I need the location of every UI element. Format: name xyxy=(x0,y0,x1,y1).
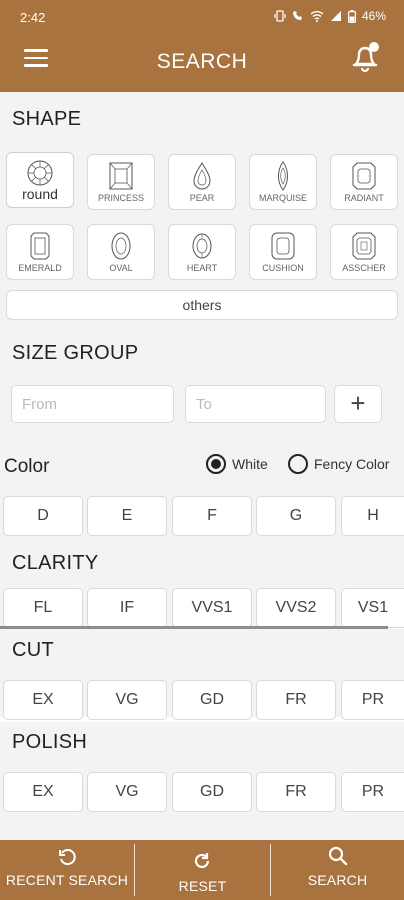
radiant-diamond-icon xyxy=(352,162,376,190)
history-icon xyxy=(59,849,76,866)
shape-label: HEART xyxy=(186,263,218,273)
shape-label: CUSHION xyxy=(262,263,304,273)
oval-diamond-icon xyxy=(111,232,131,260)
polish-option-fr[interactable]: FR xyxy=(256,772,336,812)
shape-label: MARQUISE xyxy=(258,193,307,203)
status-bar: 2:42 46% xyxy=(0,0,404,34)
polish-option-vg[interactable]: VG xyxy=(87,772,167,812)
cut-title: CUT xyxy=(12,639,55,661)
marquise-diamond-icon xyxy=(278,161,288,191)
clarity-title: CLARITY xyxy=(12,552,99,574)
battery-level: 46% xyxy=(361,9,386,23)
status-time: 2:42 xyxy=(20,10,46,25)
asscher-diamond-icon xyxy=(352,232,376,260)
shape-section: SHAPE round PRINCESS PEAR MARQUISE RADIA… xyxy=(0,92,404,332)
shape-oval[interactable]: OVAL xyxy=(87,224,155,280)
shape-label: ASSCHER xyxy=(342,263,386,273)
shape-label: PEAR xyxy=(189,193,215,203)
color-option-g[interactable]: G xyxy=(256,496,336,536)
others-button[interactable]: others xyxy=(6,290,398,320)
polish-option-gd[interactable]: GD xyxy=(172,772,252,812)
shape-label: EMERALD xyxy=(18,263,62,273)
call-icon xyxy=(292,11,302,20)
shape-title: SHAPE xyxy=(12,108,82,130)
cut-option-gd[interactable]: GD xyxy=(172,680,252,720)
size-from-input[interactable]: From xyxy=(11,385,174,423)
cushion-diamond-icon xyxy=(271,232,295,260)
shape-label: PRINCESS xyxy=(97,193,144,203)
shape-label: RADIANT xyxy=(344,193,384,203)
shape-cushion[interactable]: CUSHION xyxy=(249,224,317,280)
signal-icon xyxy=(330,11,341,21)
shape-label: OVAL xyxy=(109,263,133,273)
cut-option-fr[interactable]: FR xyxy=(256,680,336,720)
recent-search-button[interactable]: RECENT SEARCH xyxy=(0,840,134,900)
pear-diamond-icon xyxy=(193,162,211,190)
search-form: SHAPE round PRINCESS PEAR MARQUISE RADIA… xyxy=(0,92,404,840)
radio-selected-icon xyxy=(206,454,226,474)
shape-radiant[interactable]: RADIANT xyxy=(330,154,398,210)
polish-option-pr[interactable]: PR xyxy=(341,772,404,812)
shape-princess[interactable]: PRINCESS xyxy=(87,154,155,210)
radio-label: White xyxy=(232,456,268,472)
search-button[interactable]: SEARCH xyxy=(271,840,404,900)
size-to-input[interactable]: To xyxy=(185,385,326,423)
clarity-option-fl[interactable]: FL xyxy=(3,588,83,628)
search-icon xyxy=(328,846,348,866)
color-option-h[interactable]: H xyxy=(341,496,404,536)
clarity-option-vvs2[interactable]: VVS2 xyxy=(256,588,336,628)
status-icons: 46% xyxy=(274,9,386,23)
cut-option-vg[interactable]: VG xyxy=(87,680,167,720)
polish-option-ex[interactable]: EX xyxy=(3,772,83,812)
bottom-nav: RECENT SEARCH RESET SEARCH xyxy=(0,840,404,900)
shape-heart[interactable]: HEART xyxy=(168,224,236,280)
wifi-icon xyxy=(310,11,324,22)
search-label: SEARCH xyxy=(307,872,368,888)
radio-unselected-icon xyxy=(288,454,308,474)
reset-label: RESET xyxy=(178,878,227,894)
color-white-radio[interactable]: White xyxy=(206,454,268,474)
color-title: Color xyxy=(4,456,50,477)
color-option-e[interactable]: E xyxy=(87,496,167,536)
color-fancy-radio[interactable]: Fency Color xyxy=(288,454,389,474)
shape-pear[interactable]: PEAR xyxy=(168,154,236,210)
clarity-option-vvs1[interactable]: VVS1 xyxy=(172,588,252,628)
page-title: SEARCH xyxy=(156,50,248,73)
cut-option-pr[interactable]: PR xyxy=(341,680,404,720)
radio-label: Fency Color xyxy=(314,456,390,472)
clarity-option-if[interactable]: IF xyxy=(87,588,167,628)
shape-round[interactable]: round xyxy=(6,152,74,208)
recent-search-label: RECENT SEARCH xyxy=(5,872,129,888)
vibrate-icon xyxy=(274,10,286,22)
shape-emerald[interactable]: EMERALD xyxy=(6,224,74,280)
color-option-f[interactable]: F xyxy=(172,496,252,536)
heart-diamond-icon xyxy=(192,233,212,259)
notification-bell-icon[interactable] xyxy=(350,40,380,74)
size-group-title: SIZE GROUP xyxy=(12,342,139,364)
polish-title: POLISH xyxy=(12,731,88,753)
shape-label: round xyxy=(22,186,58,202)
reset-button[interactable]: RESET xyxy=(135,840,270,900)
cut-option-ex[interactable]: EX xyxy=(3,680,83,720)
add-size-button[interactable]: + xyxy=(334,385,382,423)
shape-asscher[interactable]: ASSCHER xyxy=(330,224,398,280)
clarity-option-vs1[interactable]: VS1 xyxy=(341,588,404,628)
princess-diamond-icon xyxy=(109,162,133,190)
battery-icon xyxy=(347,9,356,23)
shape-marquise[interactable]: MARQUISE xyxy=(249,154,317,210)
round-diamond-icon xyxy=(27,160,53,186)
refresh-icon xyxy=(194,853,210,869)
app-header: 2:42 46% SEARCH xyxy=(0,0,404,92)
emerald-diamond-icon xyxy=(30,232,50,260)
color-option-d[interactable]: D xyxy=(3,496,83,536)
